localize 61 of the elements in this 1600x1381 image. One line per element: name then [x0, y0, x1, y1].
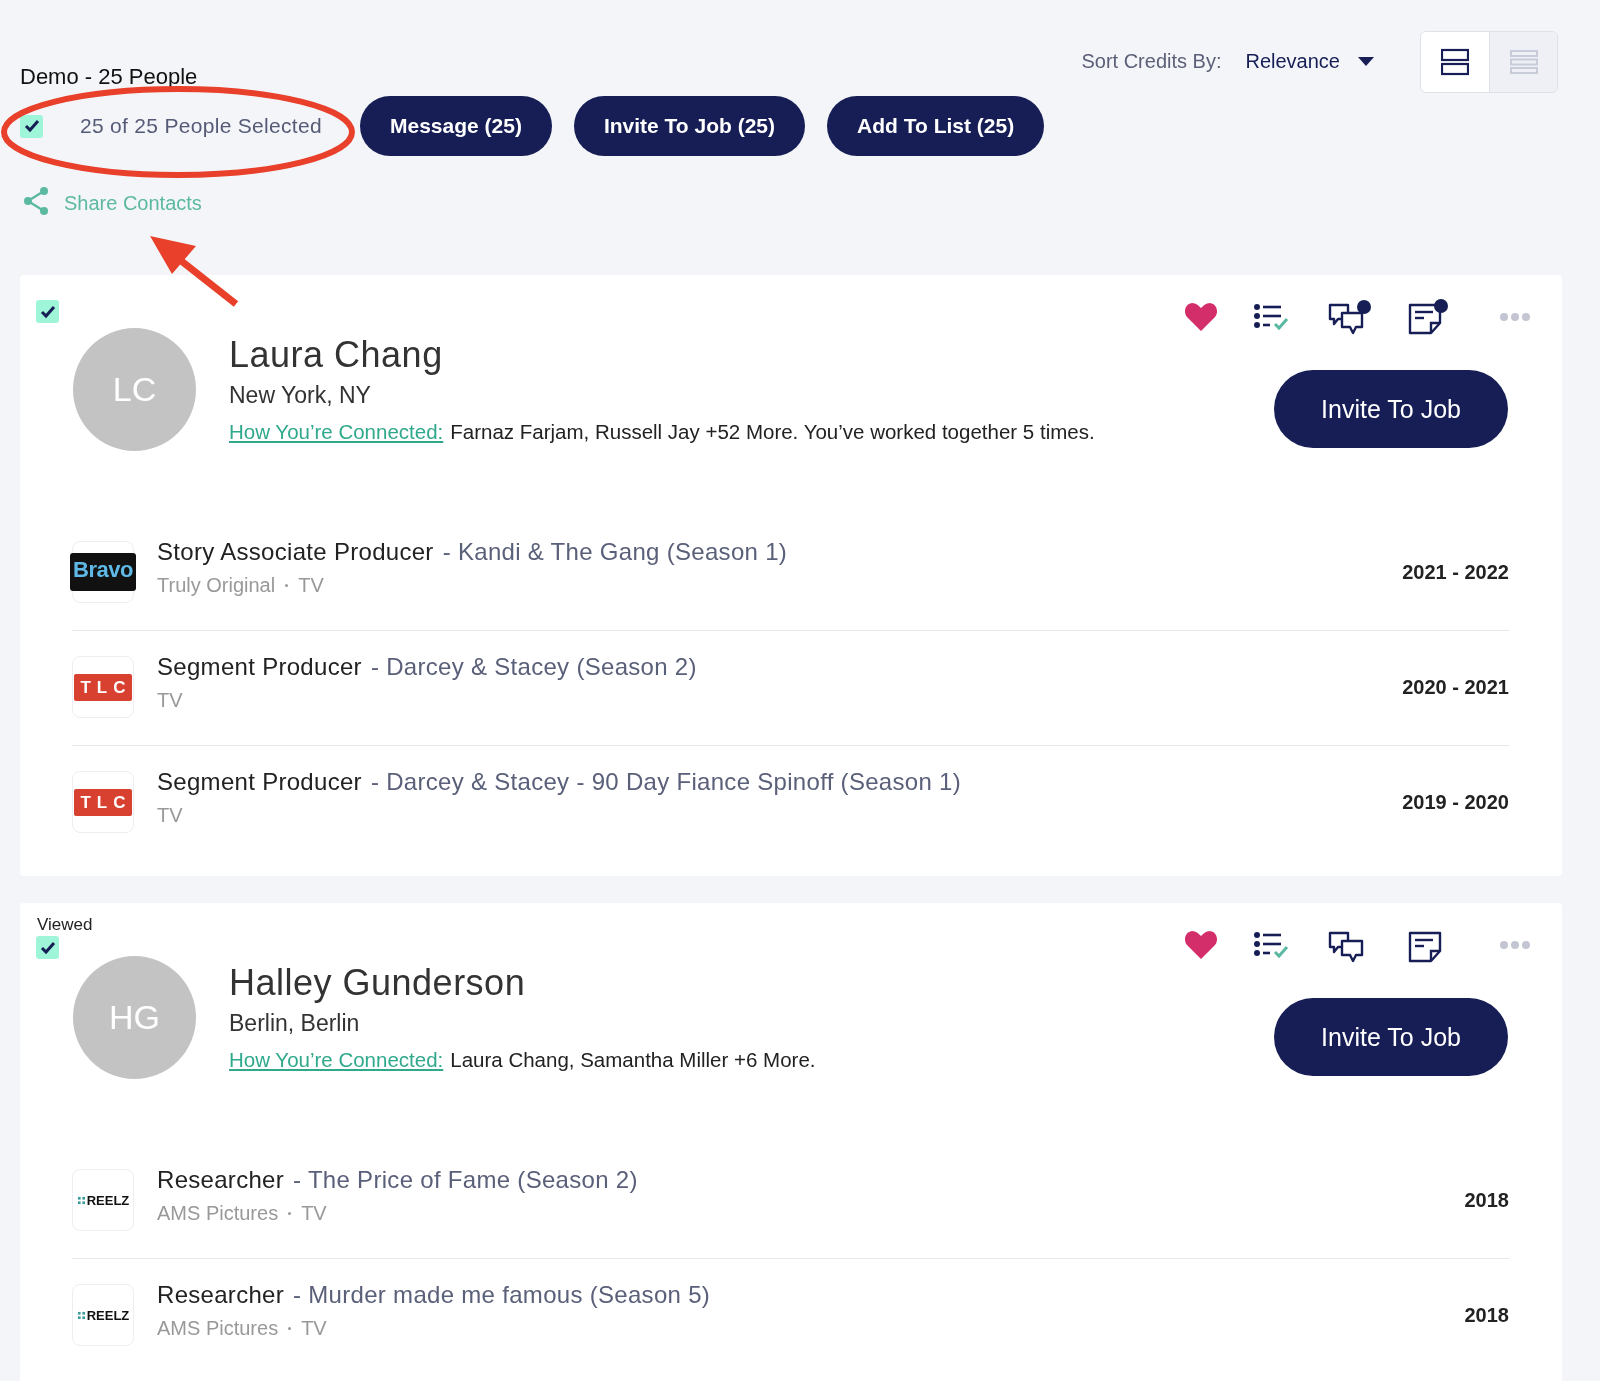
check-icon [39, 940, 56, 955]
connections-text: How You’re Connected: Laura Chang, Samantha Miller +6 More. [229, 1048, 816, 1072]
credit-years: 2020 - 2021 [1402, 675, 1509, 699]
credit-role: Researcher [157, 1280, 285, 1309]
check-icon [39, 304, 56, 319]
credit-project: - Murder made me famous (Season 5) [293, 1280, 711, 1309]
channel-logo: TLC [74, 788, 132, 816]
bullet-icon [288, 1326, 292, 1330]
credit-project: - Darcey & Stacey - 90 Day Fiance Spinoff (Season 1) [370, 767, 961, 796]
sort-dropdown[interactable]: Relevance [1241, 48, 1378, 75]
check-icon [23, 119, 40, 133]
avatar: HG [73, 956, 196, 1079]
credit-meta: AMS Pictures [157, 1316, 279, 1340]
note-icon[interactable] [1408, 299, 1448, 335]
credit-project: - The Price of Fame (Season 2) [293, 1165, 638, 1194]
avatar: LC [73, 328, 196, 451]
credit-years: 2019 - 2020 [1402, 790, 1509, 814]
channel-logo: REELZ [76, 1307, 130, 1323]
credit-role: Researcher [157, 1165, 285, 1194]
invite-to-job-button[interactable]: Invite To Job [1274, 998, 1508, 1076]
action-button[interactable]: Add To List (25) [827, 96, 1045, 156]
credit-meta: TV [298, 573, 324, 597]
list-title: Demo - 25 People [20, 64, 199, 90]
favorite-heart-icon[interactable] [1184, 930, 1218, 960]
credit-role: Story Associate Producer [157, 537, 434, 566]
checkbox[interactable] [20, 114, 43, 138]
person-name[interactable]: Laura Chang [229, 334, 1095, 376]
invite-to-job-button[interactable]: Invite To Job [1274, 370, 1508, 448]
bullet-icon [288, 1211, 292, 1215]
sort-label: Sort Credits By: [1081, 50, 1222, 73]
credit-project: - Darcey & Stacey (Season 2) [370, 652, 697, 681]
channel-logo: TLC [74, 673, 132, 701]
credit-years: 2018 [1464, 1303, 1509, 1327]
channel-logo: REELZ [76, 1192, 130, 1208]
selection-count: 25 of 25 People Selected [80, 114, 322, 138]
person-name[interactable]: Halley Gunderson [229, 962, 816, 1004]
person-location: Berlin, Berlin [229, 1010, 361, 1037]
card-layout-icon[interactable] [1441, 48, 1469, 76]
credit-years: 2018 [1464, 1188, 1509, 1212]
channel-logo: Bravo [70, 553, 136, 591]
credit-role: Segment Producer [157, 767, 362, 796]
action-button[interactable]: Invite To Job (25) [573, 96, 806, 156]
bullet-icon [285, 583, 289, 587]
viewed-label: Viewed [37, 915, 93, 935]
credit-meta: TV [301, 1316, 327, 1340]
credit-meta: TV [157, 688, 183, 712]
credit-meta: AMS Pictures [157, 1201, 279, 1225]
checkbox[interactable] [36, 300, 59, 323]
credit-meta: Truly Original [157, 573, 276, 597]
favorite-heart-icon[interactable] [1184, 302, 1218, 332]
chat-bubbles-icon[interactable] [1328, 299, 1372, 335]
credit-project: - Kandi & The Gang (Season 1) [442, 537, 788, 566]
action-button[interactable]: Message (25) [360, 96, 552, 156]
credit-meta: TV [157, 803, 183, 827]
checkbox[interactable] [36, 936, 59, 959]
credit-role: Segment Producer [157, 652, 362, 681]
person-location: New York, NY [229, 382, 372, 409]
credit-meta: TV [301, 1201, 327, 1225]
connections-text: How You’re Connected: Farnaz Farjam, Russell Jay +52 More. You’ve worked together 5 times. [229, 420, 1095, 444]
credit-years: 2021 - 2022 [1402, 560, 1509, 584]
card-view-button[interactable] [1421, 32, 1489, 92]
